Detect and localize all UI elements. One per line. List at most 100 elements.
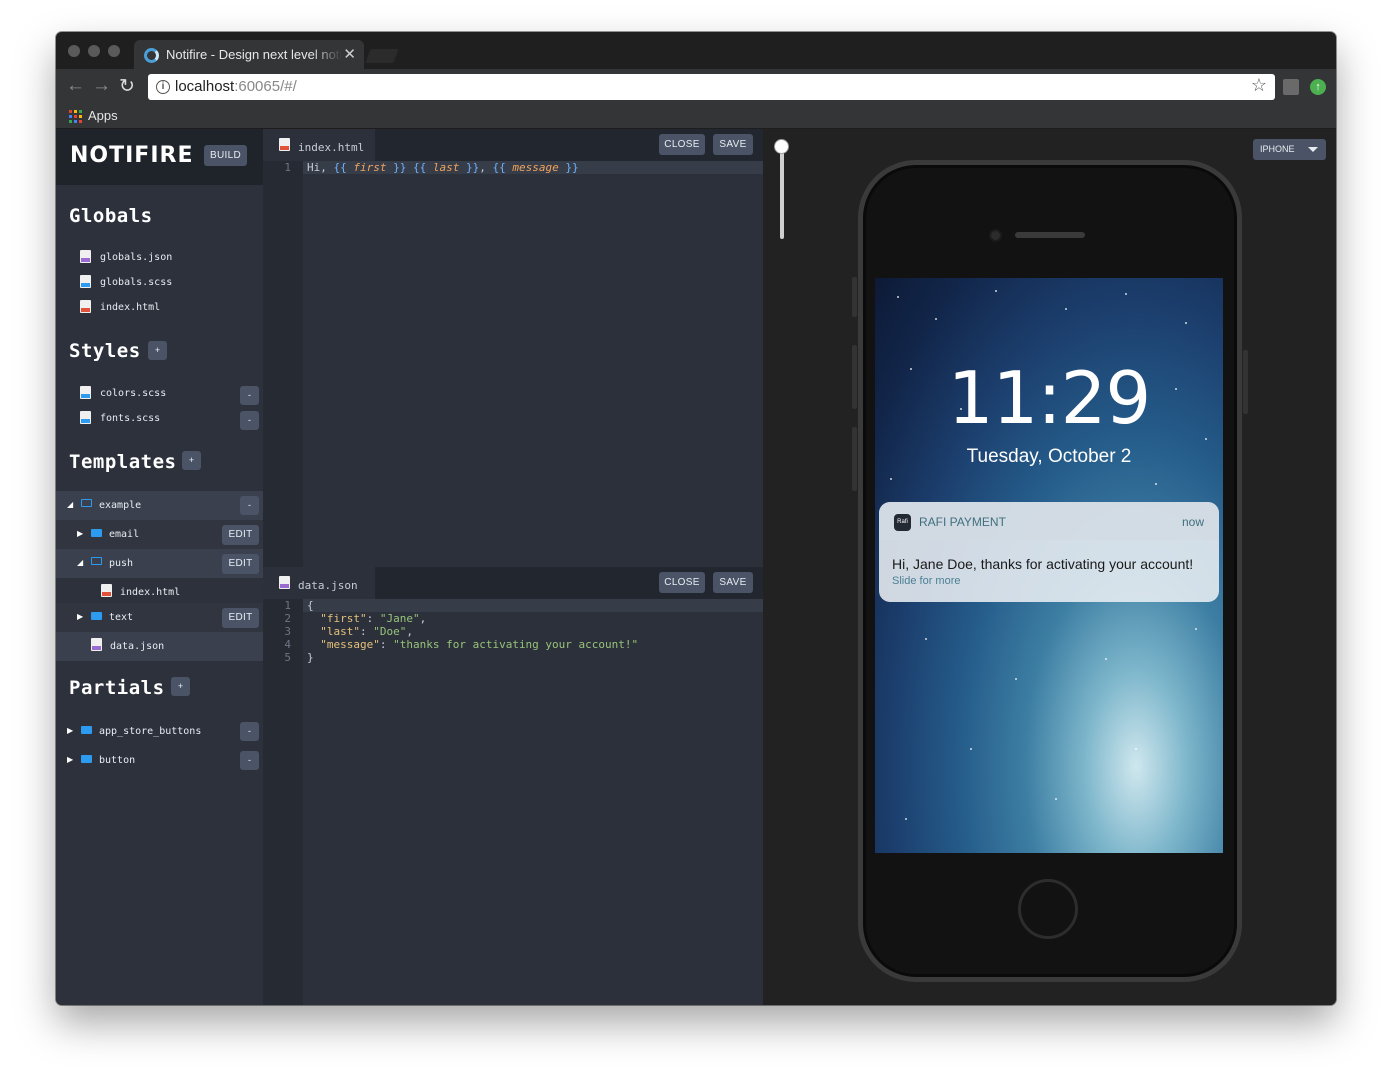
phone-home-button	[1018, 879, 1078, 939]
code-line[interactable]: "message": "thanks for activating your a…	[307, 638, 638, 651]
add-partial-button[interactable]: +	[171, 677, 190, 696]
json-key: "last"	[320, 625, 360, 638]
save-editor-button[interactable]: SAVE	[713, 572, 753, 593]
address-bar[interactable]: i localhost:60065/#/ ☆	[148, 74, 1275, 100]
edit-email-button[interactable]: EDIT	[222, 525, 259, 545]
json-key: "message"	[320, 638, 380, 651]
file-label: globals.scss	[100, 277, 173, 288]
close-editor-button[interactable]: CLOSE	[659, 572, 705, 593]
folder-label: example	[99, 500, 142, 511]
file-globals-scss[interactable]: globals.scss	[80, 269, 250, 294]
phone-volume-up	[852, 345, 857, 409]
html-editor[interactable]: index.html CLOSE SAVE 1 Hi, {{ first }} …	[263, 129, 763, 567]
save-editor-button[interactable]: SAVE	[713, 134, 753, 155]
code-line[interactable]: }	[307, 651, 314, 664]
file-colors-scss[interactable]: colors.scss	[80, 380, 250, 405]
code-line[interactable]: "first": "Jane",	[307, 612, 426, 625]
editor-tab-index-html[interactable]: index.html	[263, 129, 375, 161]
editor-tab-data-json[interactable]: data.json	[263, 567, 375, 599]
caret-closed-icon[interactable]: ▶	[67, 726, 73, 735]
code-text: Hi,	[307, 161, 334, 174]
add-style-button[interactable]: +	[148, 341, 167, 360]
update-icon[interactable]: ↑	[1310, 79, 1326, 95]
notification-body: Hi, Jane Doe, thanks for activating your…	[892, 556, 1194, 572]
bookmark-star-icon[interactable]: ☆	[1251, 75, 1267, 96]
file-fonts-scss[interactable]: fonts.scss	[80, 405, 250, 430]
folder-icon	[81, 726, 92, 734]
partials-title: Partials	[69, 677, 165, 699]
notifire-app: NOTIFIRE BUILD Globals globals.json glob…	[56, 129, 1336, 1005]
caret-open-icon[interactable]: ◢	[77, 558, 83, 567]
caret-closed-icon[interactable]: ▶	[77, 529, 83, 538]
build-button[interactable]: BUILD	[204, 145, 247, 166]
file-globals-json[interactable]: globals.json	[80, 244, 250, 269]
favicon-icon	[144, 48, 159, 63]
styles-title: Styles	[69, 340, 141, 362]
remove-fonts-button[interactable]: -	[240, 411, 259, 430]
json-value: "Jane"	[379, 612, 420, 625]
info-icon[interactable]: i	[156, 80, 170, 94]
caret-open-icon[interactable]: ◢	[67, 500, 73, 509]
file-label: index.html	[100, 302, 161, 313]
caret-closed-icon[interactable]: ▶	[67, 755, 73, 764]
back-icon[interactable]: ←	[66, 75, 85, 97]
browser-tab[interactable]: Notifire - Design next level notificatio…	[134, 40, 364, 69]
reload-icon[interactable]: ↻	[119, 75, 135, 98]
folder-icon	[91, 612, 102, 620]
folder-label: app_store_buttons	[99, 726, 202, 737]
notification-slide-more: Slide for more	[892, 575, 961, 587]
logo: NOTIFIRE	[70, 143, 194, 168]
json-editor[interactable]: data.json CLOSE SAVE 1 2 3 4 5 { "first"…	[263, 567, 763, 1005]
json-key: "first"	[320, 612, 367, 625]
folder-label: text	[109, 612, 134, 623]
json-value: "thanks for activating your account!"	[393, 638, 639, 651]
apps-grid-icon[interactable]	[69, 110, 82, 123]
file-push-index-html[interactable]: index.html	[101, 578, 251, 603]
url-path: :60065/#/	[234, 78, 297, 95]
remove-button-partial-button[interactable]: -	[240, 751, 259, 770]
file-label: data.json	[110, 641, 165, 652]
html-file-icon	[279, 138, 290, 151]
url-text[interactable]: localhost:60065/#/	[175, 78, 297, 95]
extension-icon[interactable]	[1283, 79, 1299, 95]
remove-example-button[interactable]: -	[240, 496, 259, 515]
edit-push-button[interactable]: EDIT	[222, 554, 259, 574]
line-number: 2	[284, 612, 291, 625]
new-tab-button[interactable]	[365, 49, 399, 63]
zoom-slider-handle[interactable]	[774, 139, 789, 154]
edit-text-button[interactable]: EDIT	[222, 608, 259, 628]
tab-title-fade	[312, 40, 342, 69]
remove-app-store-buttons-button[interactable]: -	[240, 722, 259, 741]
add-template-button[interactable]: +	[182, 451, 201, 470]
code-brace: }}	[459, 161, 480, 174]
lockscreen-time: 11:29	[947, 356, 1152, 440]
close-window-button[interactable]	[68, 45, 80, 57]
zoom-slider-track[interactable]	[780, 143, 784, 239]
caret-closed-icon[interactable]: ▶	[77, 612, 83, 621]
code-brace: }}	[558, 161, 579, 174]
forward-icon[interactable]: →	[92, 75, 111, 97]
file-index-html[interactable]: index.html	[80, 294, 250, 319]
line-number: 4	[284, 638, 291, 651]
chevron-down-icon	[1308, 147, 1318, 152]
folder-open-icon	[91, 557, 102, 565]
push-notification[interactable]: Rafi RAFI PAYMENT now Hi, Jane Doe, than…	[879, 502, 1219, 602]
title-bar: Notifire - Design next level notificatio…	[56, 32, 1336, 69]
folder-label: email	[109, 529, 140, 540]
file-data-json[interactable]: data.json	[91, 632, 241, 657]
url-host: localhost	[175, 78, 235, 95]
minimize-window-button[interactable]	[88, 45, 100, 57]
tab-close-icon[interactable]: ✕	[343, 45, 356, 63]
device-select[interactable]: IPHONE	[1253, 139, 1326, 160]
code-line[interactable]: {	[307, 599, 314, 612]
code-line[interactable]: "last": "Doe",	[307, 625, 413, 638]
apps-bookmark[interactable]: Apps	[88, 108, 118, 123]
remove-colors-button[interactable]: -	[240, 386, 259, 405]
line-number: 3	[284, 625, 291, 638]
zoom-window-button[interactable]	[108, 45, 120, 57]
globals-title: Globals	[69, 205, 153, 227]
line-number: 1	[284, 161, 291, 174]
file-label: fonts.scss	[100, 413, 161, 424]
code-line[interactable]: Hi, {{ first }} {{ last }}, {{ message }…	[307, 161, 579, 174]
close-editor-button[interactable]: CLOSE	[659, 134, 705, 155]
